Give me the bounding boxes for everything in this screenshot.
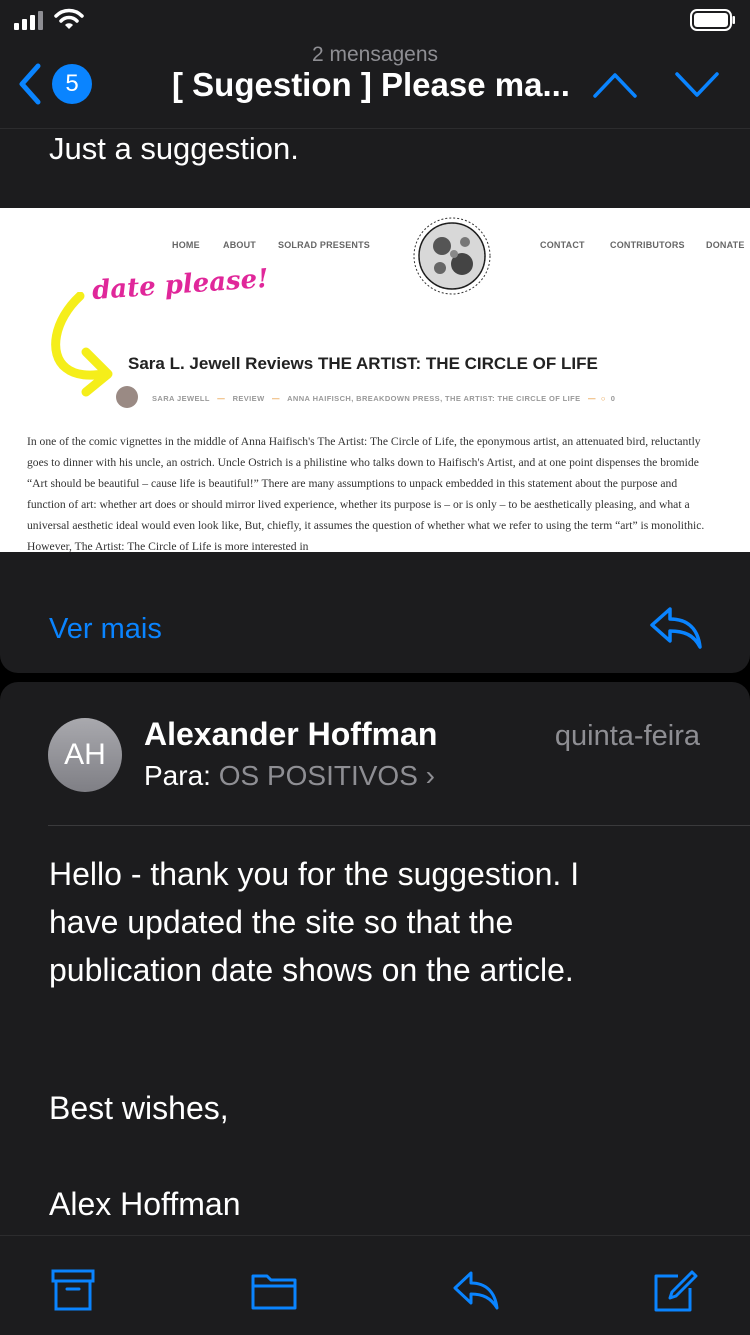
folder-icon[interactable] (250, 1268, 298, 1312)
unread-badge[interactable]: 5 (52, 64, 92, 104)
highlight-arrow (51, 292, 113, 397)
recipient-row[interactable]: Para: OS POSITIVOS › (144, 760, 435, 792)
message-count: 2 mensagens (311, 43, 439, 66)
web-nav-solrad-presents: SOLRAD PRESENTS (278, 240, 371, 250)
sender-name[interactable]: Alexander Hoffman (144, 716, 437, 753)
chevron-left-icon[interactable] (16, 62, 44, 106)
navigation-bar: 2 mensagens 5 [ Sugestion ] Please ma... (0, 40, 750, 129)
author-avatar (116, 386, 138, 408)
second-message-card: AH Alexander Hoffman quinta-feira Para: … (0, 682, 750, 1242)
signal-icon (14, 11, 43, 30)
greeting: Best wishes, (49, 1090, 229, 1126)
first-message-card: Just a suggestion. HOME ABOUT SOLRAD PRE… (0, 129, 750, 673)
bottom-toolbar (0, 1235, 750, 1335)
article-meta: SARA JEWELL — REVIEW — ANNA HAIFISCH, BR… (152, 394, 616, 403)
body-line: have updated the site so that the (49, 904, 514, 940)
archive-icon[interactable] (50, 1268, 98, 1312)
status-bar (0, 0, 750, 40)
attachment-screenshot[interactable]: HOME ABOUT SOLRAD PRESENTS CONTACT CONTR… (0, 208, 750, 552)
chevron-up-icon[interactable] (592, 68, 638, 102)
divider (48, 825, 750, 826)
message-date: quinta-feira (554, 720, 700, 752)
message-body: Hello - thank you for the suggestion. I … (49, 850, 689, 994)
chevron-right-icon: › (425, 760, 435, 791)
body-line: publication date shows on the article. (49, 952, 574, 988)
site-logo (413, 217, 491, 295)
web-nav-contributors: CONTRIBUTORS (610, 240, 685, 250)
meta-category: REVIEW (232, 394, 265, 403)
signature: Alex Hoffman (49, 1186, 241, 1222)
article-paragraph: In one of the comic vignettes in the mid… (27, 435, 705, 552)
avatar[interactable]: AH (48, 718, 122, 792)
meta-tags: ANNA HAIFISCH, BREAKDOWN PRESS, THE ARTI… (287, 394, 581, 403)
reply-icon[interactable] (648, 603, 704, 651)
wifi-icon (54, 8, 84, 29)
meta-author: SARA JEWELL (152, 394, 210, 403)
compose-icon[interactable] (652, 1268, 700, 1312)
body-line: Hello - thank you for the suggestion. I (49, 856, 580, 892)
web-nav-donate: DONATE (706, 240, 745, 250)
article-headline: Sara L. Jewell Reviews THE ARTIST: THE C… (128, 354, 598, 373)
web-nav-contact: CONTACT (540, 240, 585, 250)
battery-icon (690, 9, 735, 31)
thread-title: [ Sugestion ] Please ma... (172, 66, 570, 103)
recipient-name[interactable]: OS POSITIVOS (219, 760, 418, 791)
article-body: In one of the comic vignettes in the mid… (27, 431, 717, 552)
see-more-link[interactable]: Ver mais (49, 613, 162, 646)
web-nav-home: HOME (172, 240, 200, 250)
reply-icon[interactable] (452, 1268, 500, 1312)
message-text: Just a suggestion. (49, 131, 299, 166)
chevron-down-icon[interactable] (674, 68, 720, 102)
web-nav-about: ABOUT (223, 240, 256, 250)
meta-comments: 0 (610, 394, 616, 403)
to-label: Para: (144, 760, 211, 791)
